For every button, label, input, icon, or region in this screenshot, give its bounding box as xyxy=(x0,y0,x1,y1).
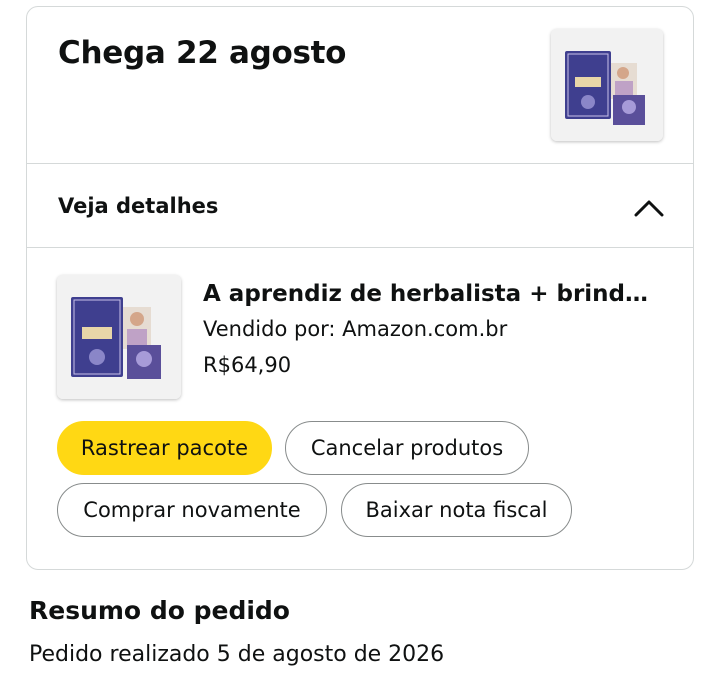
order-date-text: Pedido realizado 5 de agosto de 2026 xyxy=(29,642,445,667)
seller-text: Vendido por: Amazon.com.br xyxy=(203,317,508,341)
download-invoice-button[interactable]: Baixar nota fiscal xyxy=(341,483,572,537)
book-cover-image xyxy=(551,29,663,141)
chevron-up-icon[interactable] xyxy=(633,196,665,220)
product-title[interactable]: A aprendiz de herbalista + brind… xyxy=(203,281,673,307)
book-cover-image xyxy=(57,275,181,399)
product-thumbnail[interactable] xyxy=(551,29,663,141)
product-price: R$64,90 xyxy=(203,353,292,377)
cancel-products-button[interactable]: Cancelar produtos xyxy=(285,421,529,475)
arrival-section: Chega 22 agosto xyxy=(27,7,693,164)
details-toggle[interactable]: Veja detalhes xyxy=(27,164,693,248)
track-package-button[interactable]: Rastrear pacote xyxy=(57,421,272,475)
details-label: Veja detalhes xyxy=(58,194,219,218)
item-thumbnail[interactable] xyxy=(57,275,181,399)
buy-again-button[interactable]: Comprar novamente xyxy=(57,483,327,537)
delivery-card: Chega 22 agosto Veja detalhes A aprendiz… xyxy=(26,6,694,570)
arrival-title: Chega 22 agosto xyxy=(58,35,347,71)
order-summary-title: Resumo do pedido xyxy=(29,596,290,625)
